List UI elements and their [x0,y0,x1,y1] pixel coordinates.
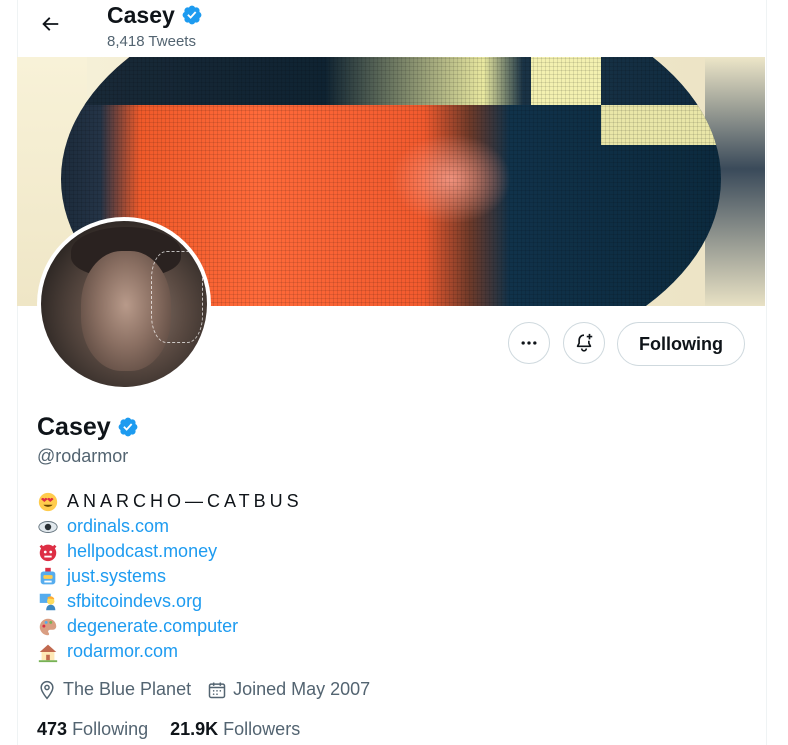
location-pin-icon [40,680,54,699]
calendar-icon [208,682,226,698]
house-icon [37,641,59,663]
avatar[interactable] [37,217,211,391]
avatar-image [41,221,207,387]
bio-link[interactable]: hellpodcast.money [67,539,217,564]
heart-eyes-icon [37,491,59,513]
location-item: The Blue Planet [37,679,191,700]
bell-plus-icon [576,333,593,352]
bio-link[interactable]: degenerate.computer [67,614,238,639]
bio-link[interactable]: ordinals.com [67,514,169,539]
bio-link[interactable]: rodarmor.com [67,639,178,664]
joined-item: Joined May 2007 [207,679,370,700]
following-label: Following [72,719,149,739]
bio-link[interactable]: just.systems [67,564,166,589]
teacher-icon [37,591,59,613]
more-button[interactable] [508,322,550,364]
bio-link-line: ordinals.com [37,514,303,539]
devil-face-icon [37,541,59,563]
followers-label: Followers [223,719,301,739]
header-name: Casey [107,2,175,28]
follow-stats: 473 Following 21.9K Followers [37,719,300,740]
verified-badge-icon [182,5,202,25]
profile-name-row: Casey [37,411,139,443]
bio-link-line: rodarmor.com [37,639,303,664]
following-stat[interactable]: 473 Following [37,719,148,740]
profile-handle: @rodarmor [37,446,129,466]
profile-bio: ANARCHO—CATBUS ordinals.com hellpodcast.… [37,489,303,664]
arrow-left-icon [42,17,59,31]
followers-count: 21.9K [170,719,219,739]
profile-name: Casey [37,413,111,441]
bio-link-line: just.systems [37,564,303,589]
more-dots-icon [521,341,537,345]
followers-stat[interactable]: 21.9K Followers [170,719,300,740]
notifications-button[interactable] [563,322,605,364]
back-button[interactable] [34,8,66,40]
following-count: 473 [37,719,68,739]
eye-icon [37,516,59,538]
bio-link-line: hellpodcast.money [37,539,303,564]
bio-link-line: sfbitcoindevs.org [37,589,303,614]
bio-tagline: ANARCHO—CATBUS [67,491,303,511]
following-button[interactable]: Following [617,322,745,366]
bio-link[interactable]: sfbitcoindevs.org [67,589,202,614]
verified-badge-icon[interactable] [117,416,139,438]
palette-icon [37,616,59,638]
bio-tagline-line: ANARCHO—CATBUS [37,489,303,514]
joined-text: Joined May 2007 [233,679,371,699]
location-text: The Blue Planet [63,679,192,699]
tweet-count: 8,418 Tweets [107,33,196,50]
robot-icon [37,566,59,588]
profile-meta: The Blue Planet Joined May 2007 [37,679,386,700]
header-title: Casey [107,0,203,30]
bio-link-line: degenerate.computer [37,614,303,639]
